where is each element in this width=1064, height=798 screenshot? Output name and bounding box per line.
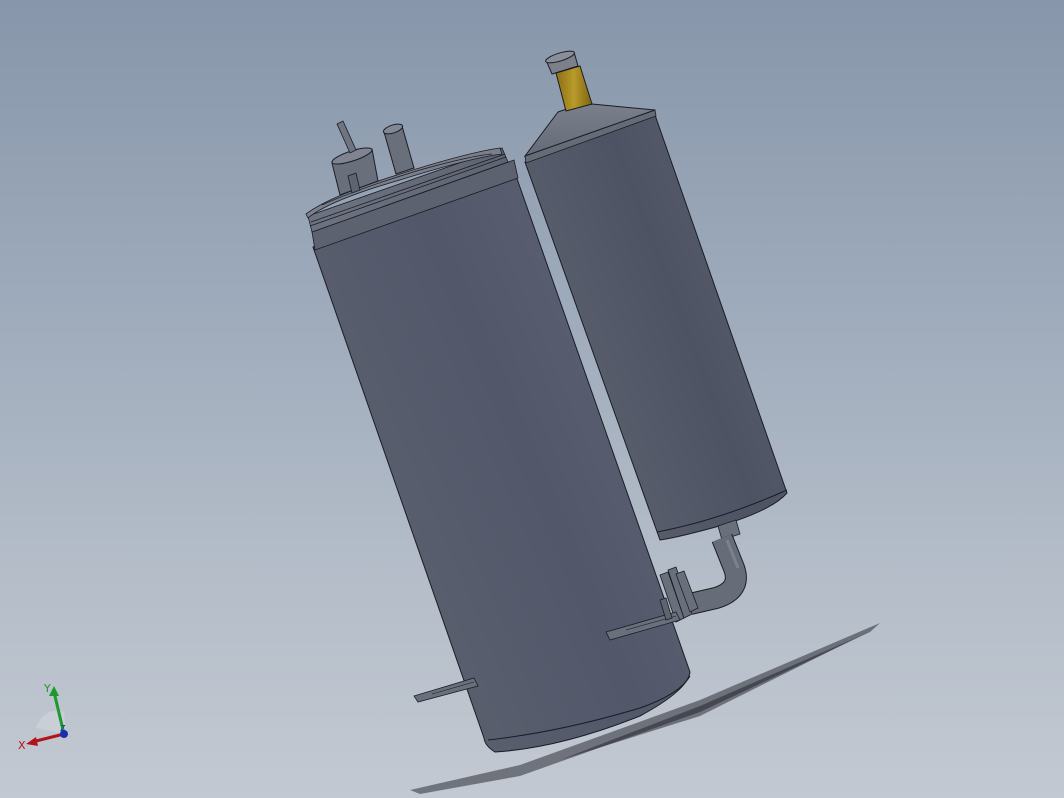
suction-pipe[interactable] xyxy=(659,533,747,623)
z-axis-label: Z xyxy=(60,724,66,733)
y-axis-label: Y xyxy=(43,682,51,695)
discharge-tube-right[interactable] xyxy=(382,122,415,175)
graphics-viewport[interactable]: Y X Z xyxy=(0,0,1064,798)
x-axis-head xyxy=(26,737,38,746)
compressor-model[interactable] xyxy=(0,0,1064,798)
brass-inlet-fitting[interactable] xyxy=(544,49,593,112)
x-axis-label: X xyxy=(18,739,26,752)
discharge-tube-left[interactable] xyxy=(330,120,379,196)
reference-triad-icon[interactable]: Y X Z xyxy=(14,678,84,758)
